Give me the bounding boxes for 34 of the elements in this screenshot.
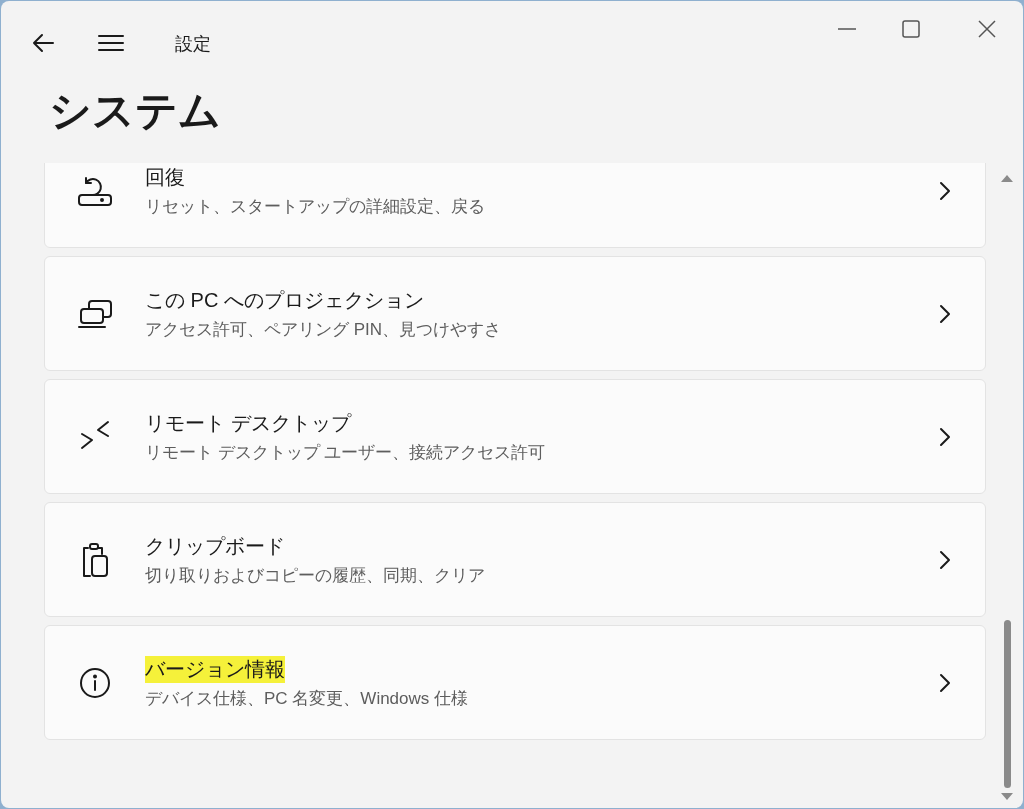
chevron-icon xyxy=(939,672,951,693)
card-title: 回復 xyxy=(145,164,185,190)
card-title: クリップボード xyxy=(145,533,285,559)
info-icon xyxy=(79,666,111,699)
card-subtitle: 切り取りおよびコピーの履歴、同期、クリア xyxy=(145,564,485,587)
chevron-icon xyxy=(939,426,951,447)
scroll-down-icon[interactable] xyxy=(1000,792,1014,802)
minimize-icon xyxy=(838,28,856,30)
card-subtitle: アクセス許可、ペアリング PIN、見つけやすさ xyxy=(145,318,502,341)
chevron-icon xyxy=(939,549,951,570)
page-title: システム xyxy=(49,86,222,136)
chevron-icon xyxy=(939,303,951,324)
settings-card[interactable]: この PC へのプロジェクション アクセス許可、ペアリング PIN、見つけやすさ xyxy=(44,256,986,371)
settings-card[interactable]: リモート デスクトップ リモート デスクトップ ユーザー、接続アクセス許可 xyxy=(44,379,986,494)
settings-card[interactable]: 回復 リセット、スタートアップの詳細設定、戻る xyxy=(44,163,986,248)
card-title: この PC へのプロジェクション xyxy=(145,287,424,313)
chevron-icon xyxy=(939,180,951,201)
recovery-drive-icon xyxy=(77,174,113,207)
maximize-icon xyxy=(902,20,920,38)
app-title: 設定 xyxy=(175,33,211,55)
back-arrow-icon xyxy=(31,33,55,53)
card-title: バージョン情報 xyxy=(145,655,285,683)
card-title: リモート デスクトップ xyxy=(145,410,351,436)
settings-card[interactable]: バージョン情報 デバイス仕様、PC 名変更、Windows 仕様 xyxy=(44,625,986,740)
scroll-up-icon[interactable] xyxy=(1000,173,1014,183)
card-subtitle: リセット、スタートアップの詳細設定、戻る xyxy=(145,195,485,218)
settings-card[interactable]: クリップボード 切り取りおよびコピーの履歴、同期、クリア xyxy=(44,502,986,617)
screens-icon xyxy=(77,298,113,329)
menu-icon xyxy=(98,34,124,52)
clipboard-icon xyxy=(80,541,110,578)
scrollbar-thumb[interactable] xyxy=(1003,620,1011,788)
card-subtitle: デバイス仕様、PC 名変更、Windows 仕様 xyxy=(145,687,469,710)
close-icon xyxy=(978,20,996,38)
card-subtitle: リモート デスクトップ ユーザー、接続アクセス許可 xyxy=(145,441,546,464)
